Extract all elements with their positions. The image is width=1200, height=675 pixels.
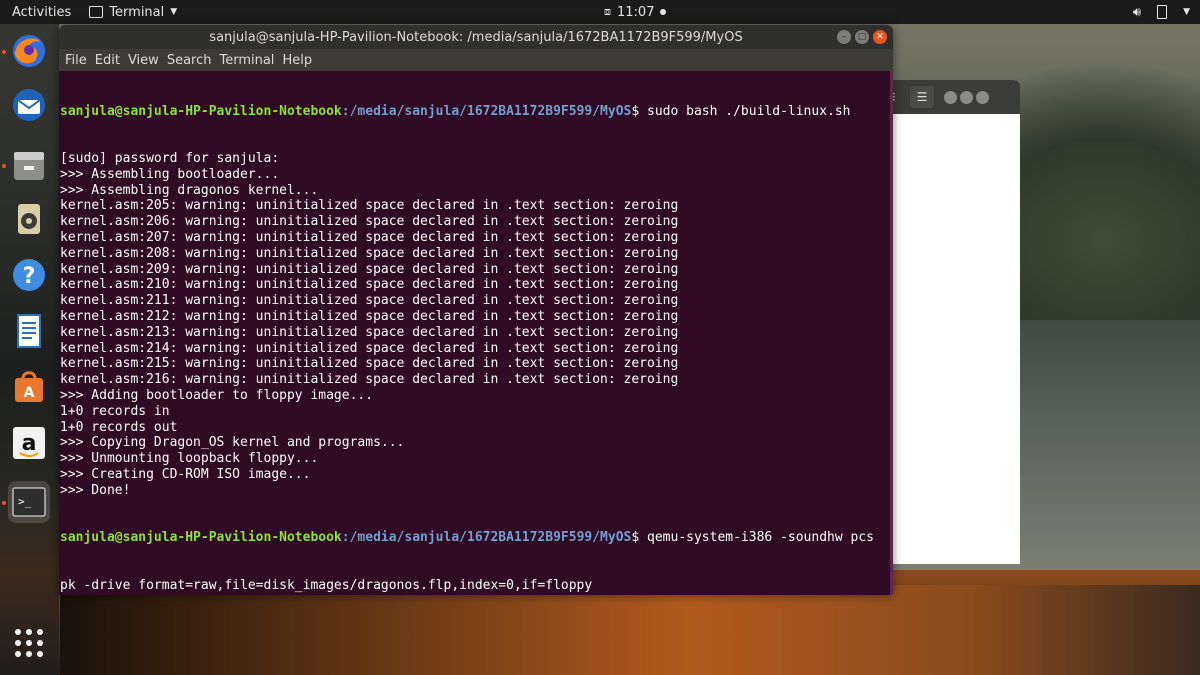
output-line: kernel.asm:208: warning: uninitialized s… [60, 245, 679, 261]
svg-text:>_: >_ [18, 495, 32, 508]
libreoffice-writer-icon[interactable] [8, 310, 50, 352]
minimize-icon[interactable] [944, 90, 957, 104]
firefox-icon[interactable] [8, 30, 50, 72]
app-menu[interactable]: Terminal ▼ [89, 5, 177, 20]
close-button[interactable]: ✕ [873, 30, 887, 44]
window-title: sanjula@sanjula-HP-Pavilion-Notebook: /m… [209, 29, 743, 45]
menu-file[interactable]: File [63, 53, 93, 68]
volume-icon: 🔊︎ [1132, 4, 1142, 20]
prompt-symbol: $ [631, 103, 648, 119]
svg-text:a: a [22, 431, 37, 456]
output-line: kernel.asm:216: warning: uninitialized s… [60, 372, 679, 388]
top-bar: Activities Terminal ▼ ⧈ 11:07 🔊︎ ▼ [0, 0, 1200, 24]
prompt-user: sanjula@sanjula-HP-Pavilion-Notebook [60, 530, 342, 546]
terminal-small-icon [89, 6, 104, 18]
prompt-user: sanjula@sanjula-HP-Pavilion-Notebook [60, 103, 342, 119]
output-line: >>> Creating CD-ROM ISO image... [60, 466, 311, 482]
output-line: >>> Assembling bootloader... [60, 166, 280, 182]
background-window-titlebar[interactable]: ⁝ ☰ [888, 80, 1020, 114]
clock[interactable]: ⧈ 11:07 [604, 4, 667, 20]
system-tray[interactable]: 🔊︎ ▼ [1133, 5, 1190, 20]
minimize-button[interactable]: – [837, 30, 851, 44]
output-line: kernel.asm:211: warning: uninitialized s… [60, 293, 679, 309]
output-line: kernel.asm:209: warning: uninitialized s… [60, 261, 679, 277]
command-text: qemu-system-i386 -soundhw pcs [647, 530, 874, 546]
prompt-path: :/media/sanjula/1672BA1172B9F599/MyOS [341, 103, 632, 119]
running-indicator [2, 501, 6, 505]
caret-down-icon: ▼ [170, 7, 178, 17]
show-apps-icon[interactable] [15, 629, 43, 657]
rhythmbox-icon[interactable] [8, 198, 50, 240]
scrollbar-thumb[interactable] [890, 71, 893, 595]
help-icon[interactable]: ? [8, 254, 50, 296]
output-line: kernel.asm:212: warning: uninitialized s… [60, 308, 679, 324]
menu-edit[interactable]: Edit [93, 53, 126, 68]
terminal-titlebar[interactable]: sanjula@sanjula-HP-Pavilion-Notebook: /m… [59, 25, 893, 49]
output-line: kernel.asm:207: warning: uninitialized s… [60, 229, 679, 245]
clock-time: 11:07 [617, 4, 655, 20]
terminal-menubar: File Edit View Search Terminal Help [59, 49, 893, 71]
output-line: >>> Unmounting loopback floppy... [60, 451, 319, 467]
output-line: >>> Copying Dragon_OS kernel and program… [60, 435, 405, 451]
maximize-icon[interactable] [960, 90, 973, 104]
prompt-line: sanjula@sanjula-HP-Pavilion-Notebook:/me… [60, 104, 893, 120]
close-icon[interactable] [976, 90, 989, 104]
command-wrap-line: pk -drive format=raw,file=disk_images/dr… [60, 577, 593, 593]
terminal-output[interactable]: sanjula@sanjula-HP-Pavilion-Notebook:/me… [59, 71, 893, 595]
battery-icon [1157, 5, 1168, 19]
terminal-icon[interactable]: >_ [8, 481, 50, 523]
notification-dot-icon [660, 9, 667, 15]
maximize-button[interactable]: □ [855, 30, 869, 44]
prompt-symbol: $ [631, 530, 648, 546]
svg-text:A: A [24, 385, 35, 401]
activities-button[interactable]: Activities [0, 5, 83, 20]
wallpaper-sunset [60, 585, 1200, 675]
app-menu-label: Terminal [109, 4, 165, 20]
output-line: >>> Done! [60, 482, 131, 498]
background-window-controls[interactable] [944, 90, 989, 104]
command-text: sudo bash ./build-linux.sh [647, 103, 851, 119]
running-indicator [2, 164, 6, 168]
files-icon[interactable] [8, 144, 50, 186]
view-toggle-icon[interactable]: ⁝ [892, 90, 900, 104]
menu-terminal[interactable]: Terminal [217, 53, 280, 68]
menu-view[interactable]: View [126, 53, 165, 68]
output-line: kernel.asm:206: warning: uninitialized s… [60, 214, 679, 230]
output-lines: [sudo] password for sanjula: >>> Assembli… [60, 151, 893, 499]
svg-text:?: ? [23, 264, 36, 289]
terminal-scrollbar[interactable] [889, 71, 893, 595]
dock: ? A a >_ [0, 24, 59, 675]
output-line: kernel.asm:213: warning: uninitialized s… [60, 324, 679, 340]
power-menu-caret-icon: ▼ [1183, 7, 1190, 17]
software-icon[interactable]: A [8, 366, 50, 408]
output-line: kernel.asm:210: warning: uninitialized s… [60, 277, 679, 293]
output-line: kernel.asm:214: warning: uninitialized s… [60, 340, 679, 356]
menu-search[interactable]: Search [165, 53, 218, 68]
running-indicator [2, 50, 6, 54]
background-window[interactable]: ⁝ ☰ [888, 80, 1020, 564]
output-line: kernel.asm:205: warning: uninitialized s… [60, 198, 679, 214]
thunderbird-icon[interactable] [8, 84, 50, 126]
output-line: 1+0 records out [60, 419, 178, 435]
output-line: kernel.asm:215: warning: uninitialized s… [60, 356, 679, 372]
terminal-window[interactable]: sanjula@sanjula-HP-Pavilion-Notebook: /m… [59, 25, 893, 595]
output-line: [sudo] password for sanjula: [60, 150, 280, 166]
amazon-icon[interactable]: a [8, 422, 50, 464]
output-line: 1+0 records in [60, 403, 170, 419]
output-line: >>> Assembling dragonos kernel... [60, 182, 319, 198]
output-line: >>> Adding bootloader to floppy image... [60, 387, 374, 403]
menu-icon[interactable]: ☰ [910, 86, 934, 108]
menu-help[interactable]: Help [280, 53, 318, 68]
prompt-line: sanjula@sanjula-HP-Pavilion-Notebook:/me… [60, 530, 893, 546]
screen-record-icon: ⧈ [604, 5, 611, 18]
prompt-path: :/media/sanjula/1672BA1172B9F599/MyOS [341, 530, 632, 546]
window-controls: – □ ✕ [837, 30, 887, 44]
